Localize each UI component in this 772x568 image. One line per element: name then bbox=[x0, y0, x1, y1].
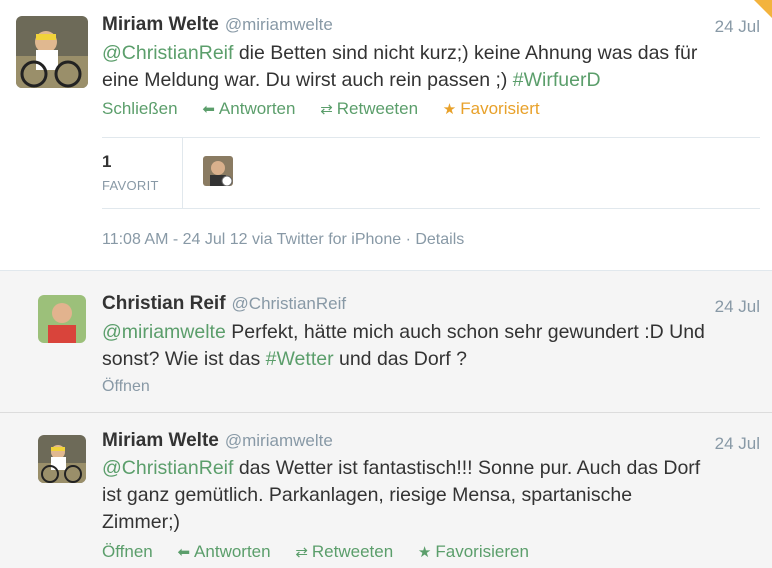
reply-label: Antworten bbox=[218, 99, 296, 118]
open-button[interactable]: Öffnen bbox=[102, 378, 150, 396]
retweet-label: Retweeten bbox=[311, 542, 394, 561]
reply-arrow-icon: ⬅ bbox=[202, 101, 215, 118]
tweet-actions: Öffnen ⬅ Antworten ⇄ Retweeten ★ Favorisier… bbox=[102, 542, 549, 562]
tweet-expanded: Miriam Welte @miriamwelte 24 Jul @Christi… bbox=[0, 0, 772, 271]
author-name-text[interactable]: Miriam Welte bbox=[102, 430, 219, 451]
tweet-date[interactable]: 24 Jul bbox=[715, 297, 760, 317]
tweet-text-part: die Betten sind nicht kurz;) keine Ahnun… bbox=[233, 42, 698, 64]
favorited-corner-badge bbox=[754, 0, 772, 18]
author-handle[interactable]: @miriamwelte bbox=[225, 15, 333, 34]
retweet-button[interactable]: ⇄ Retweeten bbox=[295, 542, 393, 561]
retweet-icon: ⇄ bbox=[320, 101, 333, 118]
author-name[interactable]: Miriam Welte @miriamwelte bbox=[102, 430, 333, 452]
mention-link[interactable]: @ChristianReif bbox=[102, 457, 233, 479]
author-name-text[interactable]: Miriam Welte bbox=[102, 14, 219, 35]
author-name[interactable]: Miriam Welte @miriamwelte bbox=[102, 14, 333, 36]
tweet-reply[interactable]: Christian Reif @ChristianReif 24 Jul @mir… bbox=[0, 271, 772, 413]
tweet-text-part: und das Dorf ? bbox=[333, 348, 467, 370]
retweet-button[interactable]: ⇄ Retweeten bbox=[320, 99, 418, 118]
avatar[interactable] bbox=[38, 435, 86, 483]
reply-button[interactable]: ⬅ Antworten bbox=[202, 99, 295, 118]
tweet-date[interactable]: 24 Jul bbox=[715, 17, 760, 37]
avatar[interactable] bbox=[16, 16, 88, 88]
tweet-meta[interactable]: 11:08 AM - 24 Jul 12 via Twitter for iPh… bbox=[102, 231, 464, 249]
stats-divider bbox=[182, 138, 183, 208]
author-handle[interactable]: @miriamwelte bbox=[225, 431, 333, 450]
favorite-label: Favorisieren bbox=[435, 542, 529, 561]
author-name-text[interactable]: Christian Reif bbox=[102, 293, 226, 314]
tweet-stats: 1 FAVORIT bbox=[102, 137, 760, 209]
tweet-text-part: Perfekt, hätte mich auch schon sehr gewu… bbox=[225, 321, 705, 343]
tweet-reply[interactable]: Miriam Welte @miriamwelte 24 Jul @Christi… bbox=[0, 413, 772, 568]
favorite-count[interactable]: 1 bbox=[102, 152, 111, 172]
tweet-text-part: ist ganz gemütlich. Parkanlagen, riesige… bbox=[102, 484, 633, 506]
tweet-text-part: Zimmer;) bbox=[102, 511, 180, 533]
open-button[interactable]: Öffnen bbox=[102, 542, 153, 561]
hashtag-link[interactable]: #WirfuerD bbox=[513, 69, 601, 91]
retweet-label: Retweeten bbox=[336, 99, 419, 118]
star-icon: ★ bbox=[417, 544, 432, 561]
mention-link[interactable]: @ChristianReif bbox=[102, 42, 233, 64]
favorite-label: Favorisiert bbox=[460, 99, 540, 118]
author-name[interactable]: Christian Reif @ChristianReif bbox=[102, 293, 346, 315]
mention-link[interactable]: @miriamwelte bbox=[102, 321, 226, 343]
retweet-icon: ⇄ bbox=[295, 544, 308, 561]
favorite-button[interactable]: ★ Favorisieren bbox=[418, 542, 529, 561]
reply-button[interactable]: ⬅ Antworten bbox=[177, 542, 270, 561]
reply-arrow-icon: ⬅ bbox=[177, 544, 191, 561]
tweet-text: @miriamwelte Perfekt, hätte mich auch sc… bbox=[102, 319, 767, 373]
avatar[interactable] bbox=[38, 295, 86, 343]
tweet-text: @ChristianReif das Wetter ist fantastisc… bbox=[102, 455, 767, 536]
tweet-text: @ChristianReif die Betten sind nicht kur… bbox=[102, 40, 762, 94]
author-handle[interactable]: @ChristianReif bbox=[232, 294, 347, 313]
reply-label: Antworten bbox=[194, 542, 271, 561]
tweet-text-part: sonst? Wie ist das bbox=[102, 348, 266, 370]
favoriter-avatar[interactable] bbox=[203, 156, 233, 186]
favorite-button[interactable]: ★ Favorisiert bbox=[443, 99, 540, 118]
favorite-count-label[interactable]: FAVORIT bbox=[102, 178, 159, 193]
star-icon: ★ bbox=[442, 101, 457, 118]
close-button[interactable]: Schließen bbox=[102, 99, 178, 118]
tweet-date[interactable]: 24 Jul bbox=[715, 434, 760, 454]
tweet-actions: Schließen ⬅ Antworten ⇄ Retweeten ★ Favoris… bbox=[102, 99, 560, 119]
tweet-text-part: eine Meldung war. Du wirst auch rein pas… bbox=[102, 69, 513, 91]
hashtag-link[interactable]: #Wetter bbox=[266, 348, 334, 370]
tweet-text-part: das Wetter ist fantastisch!!! Sonne pur.… bbox=[233, 457, 701, 479]
